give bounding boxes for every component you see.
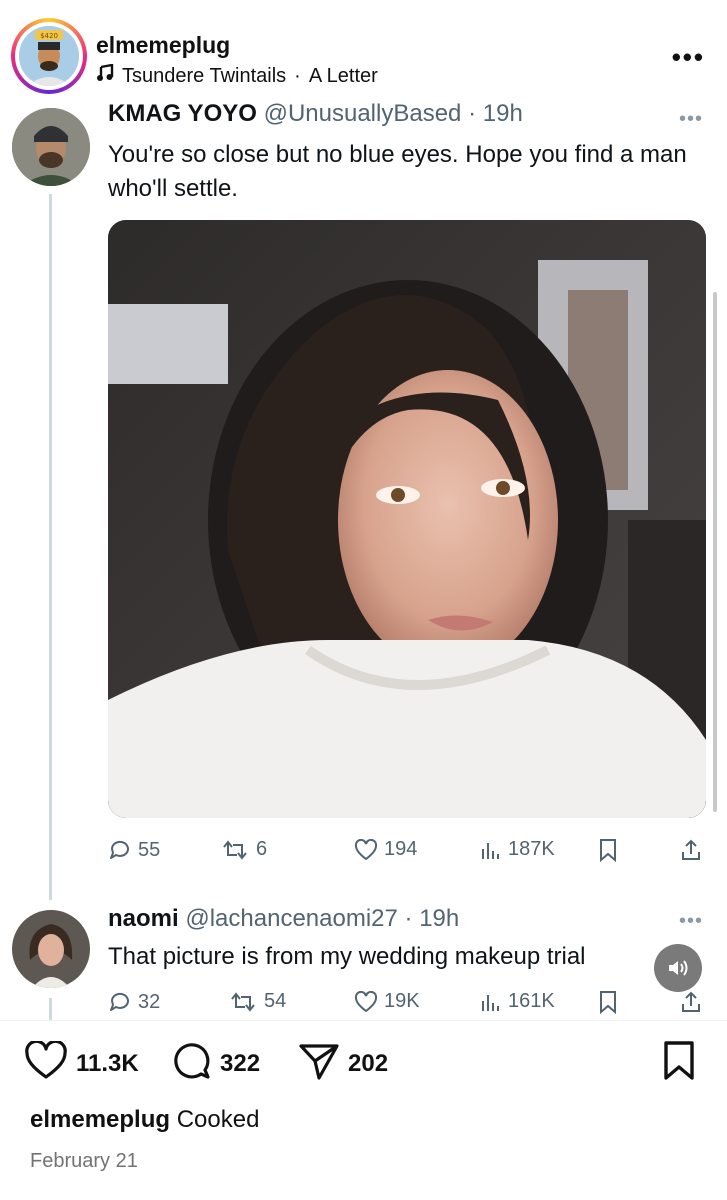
tweet-2-more-icon[interactable]: •••: [679, 910, 703, 933]
ig-save-button[interactable]: [662, 1036, 696, 1092]
avatar: $420: [19, 26, 79, 86]
tweet-1-separator: ·: [468, 100, 477, 127]
retweet-icon: [220, 839, 250, 861]
tweet-2-handle[interactable]: @lachancenaomi27: [185, 905, 398, 932]
tweet-2-reply-button[interactable]: 32: [108, 990, 160, 1014]
caption-text: Cooked: [176, 1106, 260, 1133]
bookmark-icon[interactable]: [598, 838, 618, 862]
tweet-2-view-count: 161K: [508, 990, 555, 1012]
more-horizontal-icon[interactable]: •••: [672, 42, 705, 73]
tweet-1-display-name[interactable]: KMAG YOYO: [108, 100, 257, 127]
bookmark-icon: [662, 1040, 696, 1089]
tweet-1-retweet-count: 6: [256, 838, 268, 860]
tweet-1-view-count: 187K: [508, 838, 555, 860]
tweet-1-actions: 55 6 194 187K: [108, 838, 708, 868]
music-note-icon: [96, 63, 114, 88]
tweet-2-header: naomi @lachancenaomi27 · 19h: [108, 905, 459, 933]
ig-share-count: 202: [348, 1050, 389, 1077]
ig-like-button[interactable]: 11.3K: [24, 1036, 139, 1092]
tweet-2-reply-count: 32: [138, 990, 161, 1013]
thread-line: [49, 998, 52, 1020]
tweet-2-like-count: 19K: [384, 990, 420, 1012]
song-separator: ·: [294, 64, 301, 87]
avatar-badge-text: $420: [40, 32, 58, 40]
tweet-1-reply-count: 55: [138, 838, 161, 861]
audio-track[interactable]: Tsundere Twintails · A Letter: [96, 63, 378, 88]
tweet-2-time: 19h: [419, 905, 460, 932]
heart-icon: [354, 990, 378, 1013]
tweet-1-text: You're so close but no blue eyes. Hope y…: [108, 141, 687, 202]
song-title: Tsundere Twintails: [122, 64, 287, 87]
share-icon[interactable]: [680, 838, 702, 862]
thread-line: [49, 194, 52, 900]
tweet-1-handle[interactable]: @UnusuallyBased: [264, 100, 462, 127]
reply-icon: [108, 990, 132, 1014]
tweet-1-more-icon[interactable]: •••: [679, 108, 703, 131]
heart-icon: [354, 838, 378, 861]
ig-share-button[interactable]: 202: [298, 1036, 388, 1092]
retweet-icon: [228, 991, 258, 1013]
post-date: February 21: [30, 1150, 138, 1172]
views-icon: [480, 839, 502, 861]
heart-icon: [24, 1039, 68, 1088]
views-icon: [480, 991, 502, 1013]
send-icon: [298, 1041, 340, 1088]
tweet-2-display-name[interactable]: naomi: [108, 905, 179, 932]
tweet-1-like-count: 194: [384, 838, 418, 860]
tweet-2-retweet-count: 54: [264, 990, 287, 1012]
bookmark-icon[interactable]: [598, 990, 618, 1014]
tweet-1-time: 19h: [482, 100, 523, 127]
tweet-1-views-button[interactable]: 187K: [480, 838, 555, 861]
tweet-2-actions: 32 54 19K 161K: [108, 990, 708, 1020]
tweet-2-retweet-button[interactable]: 54: [228, 990, 286, 1013]
ig-comment-count: 322: [220, 1050, 261, 1077]
tweet-1-header: KMAG YOYO @UnusuallyBased · 19h: [108, 100, 523, 128]
ig-comment-button[interactable]: 322: [170, 1036, 260, 1092]
tweet-1-like-button[interactable]: 194: [354, 838, 417, 861]
tweet-2-like-button[interactable]: 19K: [354, 990, 420, 1013]
speaker-icon[interactable]: [654, 944, 702, 992]
caption-username[interactable]: elmemeplug: [30, 1106, 170, 1133]
ig-action-bar: 11.3K 322 202: [0, 1036, 727, 1092]
tweet-2-views-button[interactable]: 161K: [480, 990, 555, 1013]
share-icon[interactable]: [680, 990, 702, 1014]
tweet-2-avatar[interactable]: [12, 910, 90, 988]
comment-icon: [170, 1040, 212, 1089]
reply-icon: [108, 838, 132, 862]
post-caption: elmemeplug Cooked: [30, 1106, 259, 1134]
ig-like-count: 11.3K: [76, 1050, 139, 1077]
tweet-2-separator: ·: [404, 905, 413, 932]
story-avatar-ring[interactable]: $420: [11, 18, 87, 94]
tweet-1-avatar[interactable]: [12, 108, 90, 186]
divider: [0, 1020, 727, 1021]
song-artist: A Letter: [308, 64, 378, 87]
ig-post-header: $420 elmemeplug Tsundere Twintails · A L…: [0, 0, 727, 108]
tweet-1-photo[interactable]: [108, 220, 706, 818]
tweet-2-text: That picture is from my wedding makeup t…: [108, 943, 586, 970]
tweet-1-retweet-button[interactable]: 6: [220, 838, 267, 861]
scrollbar[interactable]: [713, 292, 717, 812]
tweet-1-reply-button[interactable]: 55: [108, 838, 160, 862]
post-username[interactable]: elmemeplug: [96, 32, 230, 59]
